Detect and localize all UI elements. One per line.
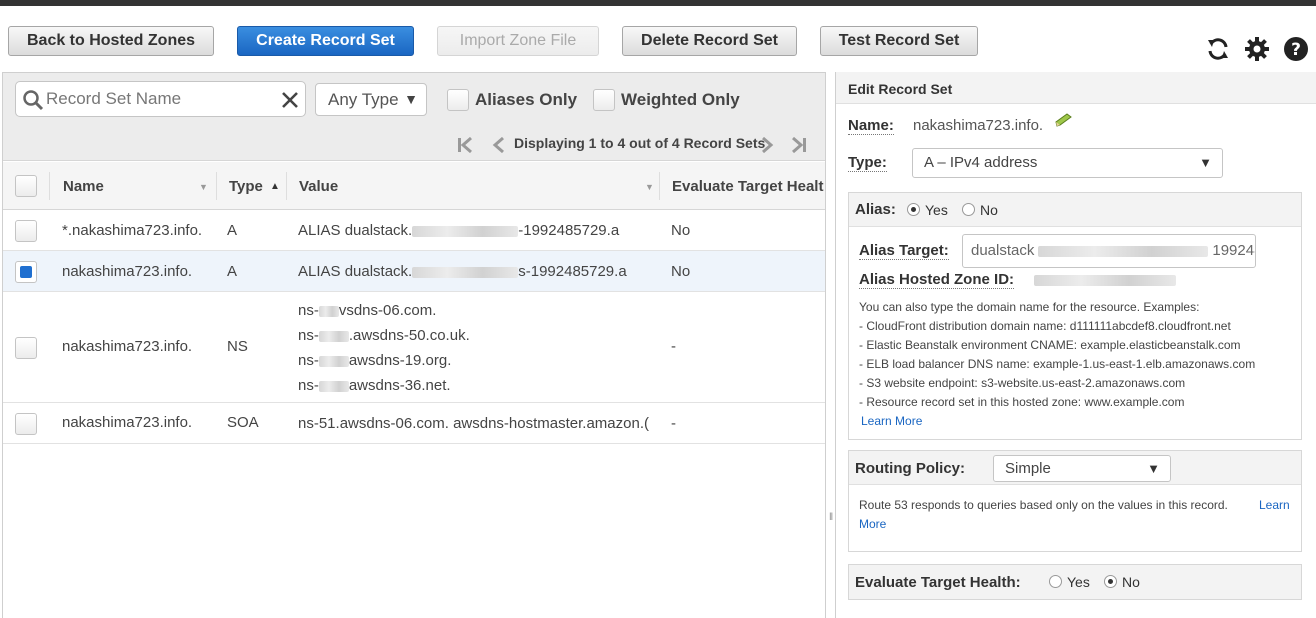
- help-icon[interactable]: ?: [1283, 36, 1309, 62]
- type-label: Type:: [848, 154, 887, 172]
- pencil-icon[interactable]: [1054, 112, 1074, 128]
- search-input[interactable]: [46, 88, 276, 110]
- search-icon: [23, 90, 44, 111]
- routing-help-text: Route 53 responds to queries based only …: [859, 498, 1228, 512]
- row-checkbox[interactable]: [15, 220, 37, 242]
- column-header-type[interactable]: Type: [229, 178, 263, 195]
- routing-learn-more-link[interactable]: Learn: [1259, 498, 1290, 512]
- name-label: Name:: [848, 117, 894, 135]
- alias-help-item: - S3 website endpoint: s3-website.us-eas…: [859, 376, 1186, 390]
- import-zone-file-button[interactable]: Import Zone File: [437, 26, 599, 56]
- row-checkbox[interactable]: [15, 337, 37, 359]
- alias-help-item: - Elastic Beanstalk environment CNAME: e…: [859, 338, 1241, 352]
- alias-label: Alias:: [855, 201, 896, 218]
- alias-target-input[interactable]: dualstack199248: [962, 234, 1256, 268]
- alias-hosted-zone-id-value: [1034, 275, 1176, 286]
- edit-record-set-panel: Edit Record Set Name: nakashima723.info.…: [835, 72, 1316, 618]
- evaluate-target-health-label: Evaluate Target Health:: [855, 574, 1021, 591]
- table-row[interactable]: nakashima723.info. NS ns-vsdns-06.com. n…: [3, 292, 825, 403]
- row-checkbox[interactable]: [15, 261, 37, 283]
- alias-help-item: - Resource record set in this hosted zon…: [859, 395, 1185, 409]
- alias-help-intro: You can also type the domain name for th…: [859, 300, 1200, 314]
- first-page-icon[interactable]: [457, 137, 475, 153]
- test-record-set-button[interactable]: Test Record Set: [820, 26, 978, 56]
- routing-policy-section: Routing Policy: Simple ▼ Route 53 respon…: [848, 450, 1302, 552]
- learn-more-link[interactable]: Learn More: [861, 414, 922, 428]
- table-row-selected[interactable]: nakashima723.info. A ALIAS dualstack. s-1…: [3, 251, 825, 292]
- delete-record-set-button[interactable]: Delete Record Set: [622, 26, 797, 56]
- back-to-hosted-zones-button[interactable]: Back to Hosted Zones: [8, 26, 214, 56]
- type-filter-value: Any Type: [328, 90, 399, 109]
- next-page-icon[interactable]: [760, 137, 774, 153]
- previous-page-icon[interactable]: [492, 137, 506, 153]
- chevron-down-icon: ▼: [404, 91, 418, 107]
- splitter-grip-icon[interactable]: ‖: [829, 512, 833, 523]
- sort-icon: ▼: [199, 182, 208, 192]
- column-header-value[interactable]: Value: [299, 178, 338, 195]
- row-checkbox[interactable]: [15, 413, 37, 435]
- chevron-down-icon: ▼: [1147, 461, 1160, 476]
- alias-help-item: - ELB load balancer DNS name: example-1.…: [859, 357, 1256, 371]
- svg-text:?: ?: [1291, 40, 1301, 60]
- name-value: nakashima723.info.: [913, 117, 1044, 134]
- evaluate-target-health-section: Evaluate Target Health: Yes No: [848, 564, 1302, 600]
- routing-policy-label: Routing Policy:: [855, 460, 965, 477]
- table-row[interactable]: *.nakashima723.info. A ALIAS dualstack. -…: [3, 210, 825, 251]
- sort-ascending-icon: ▲: [270, 181, 280, 192]
- panel-splitter[interactable]: [826, 72, 834, 618]
- search-box: [15, 81, 306, 117]
- create-record-set-button[interactable]: Create Record Set: [237, 26, 414, 56]
- routing-learn-more-link[interactable]: More: [859, 517, 886, 531]
- alias-section: Alias: Yes No Alias Target: dualstack 199…: [848, 192, 1302, 440]
- pager-text: Displaying 1 to 4 out of 4 Record Sets: [514, 135, 766, 151]
- evaluate-no-radio[interactable]: [1104, 575, 1117, 588]
- table-row[interactable]: nakashima723.info. SOA ns-51.awsdns-06.c…: [3, 403, 825, 444]
- toolbar: Back to Hosted Zones Create Record Set I…: [0, 6, 1316, 72]
- alias-target-label: Alias Target:: [859, 242, 949, 260]
- sort-icon: ▼: [645, 182, 654, 192]
- aliases-only-checkbox[interactable]: [447, 89, 469, 111]
- clear-icon[interactable]: [281, 91, 299, 109]
- alias-no-radio[interactable]: [962, 203, 975, 216]
- chevron-down-icon: ▼: [1199, 155, 1212, 170]
- evaluate-yes-radio[interactable]: [1049, 575, 1062, 588]
- record-sets-panel: Any Type ▼ Aliases Only Weighted Only Di…: [2, 72, 826, 618]
- weighted-only-checkbox[interactable]: [593, 89, 615, 111]
- table-header: Name ▼ Type ▲ Value ▼ Evaluate Target He…: [3, 162, 825, 210]
- filter-bar: Any Type ▼ Aliases Only Weighted Only Di…: [3, 73, 825, 161]
- column-header-evaluate-target-health[interactable]: Evaluate Target Healt: [672, 178, 825, 195]
- type-filter-select[interactable]: Any Type ▼: [315, 83, 427, 116]
- routing-policy-select[interactable]: Simple ▼: [993, 455, 1171, 482]
- alias-hosted-zone-id-label: Alias Hosted Zone ID:: [859, 271, 1015, 289]
- column-header-name[interactable]: Name: [63, 178, 104, 195]
- weighted-only-label: Weighted Only: [621, 90, 740, 109]
- edit-panel-title: Edit Record Set: [836, 72, 1316, 104]
- refresh-icon[interactable]: [1205, 36, 1231, 62]
- select-all-checkbox[interactable]: [15, 175, 37, 197]
- alias-yes-radio[interactable]: [907, 203, 920, 216]
- alias-help-item: - CloudFront distribution domain name: d…: [859, 319, 1231, 333]
- gear-icon[interactable]: [1244, 36, 1270, 62]
- aliases-only-label: Aliases Only: [475, 90, 578, 109]
- type-select[interactable]: A – IPv4 address ▼: [912, 148, 1223, 178]
- last-page-icon[interactable]: [789, 137, 807, 153]
